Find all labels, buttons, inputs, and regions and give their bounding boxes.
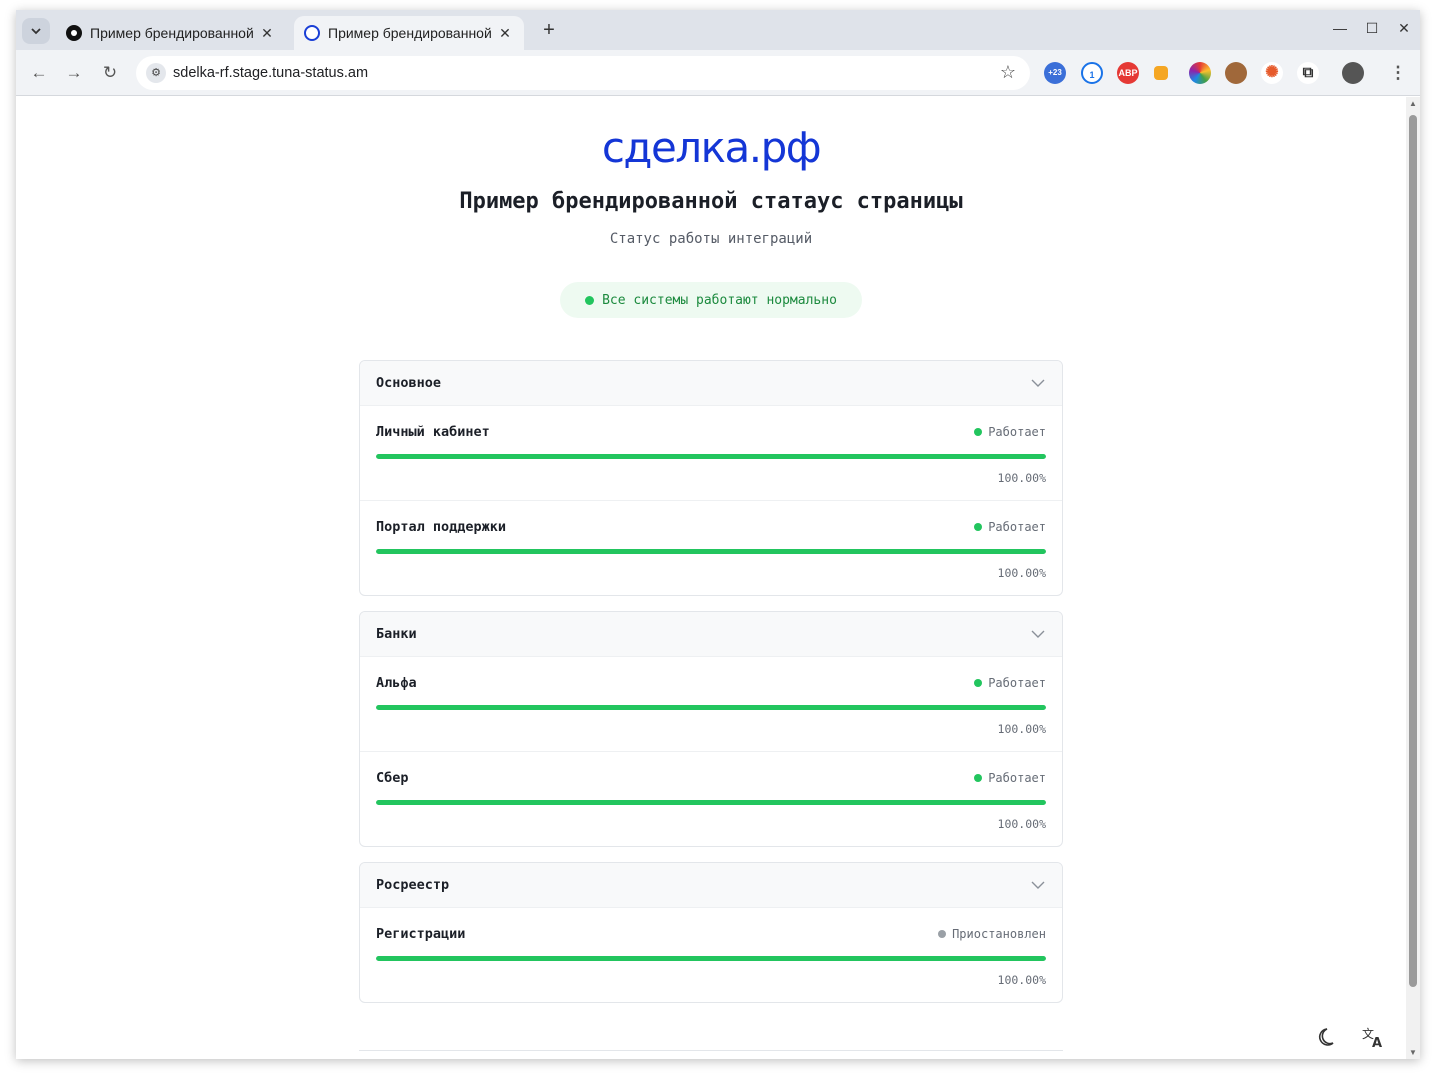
tab-close-icon[interactable]: ✕ (258, 25, 276, 42)
status-dot-icon (974, 523, 983, 531)
password-manager-icon[interactable]: 1 (1081, 62, 1103, 84)
uptime-bar[interactable] (376, 956, 1046, 961)
page-content: сделка.рф Пример брендированной статаус … (16, 97, 1420, 1059)
menu-kebab-icon[interactable]: ⋮ (1387, 62, 1409, 84)
service-name: Личный кабинет (376, 424, 490, 440)
chevron-down-icon[interactable] (1030, 375, 1046, 391)
weather-extension-icon[interactable]: +23 (1044, 62, 1066, 84)
service-status: Работает (974, 676, 1046, 690)
minimize-icon[interactable]: — (1330, 20, 1350, 36)
service-name: Сбер (376, 770, 409, 786)
status-dot-icon (938, 930, 947, 938)
maximize-icon[interactable]: ☐ (1362, 20, 1382, 37)
extensions-puzzle-icon[interactable]: ⧉ (1297, 62, 1319, 84)
chevron-down-icon[interactable] (1030, 626, 1046, 642)
brand-logo[interactable]: сделка.рф (16, 123, 1406, 172)
uptime-percent: 100.00% (997, 817, 1046, 831)
adblock-icon[interactable]: ABP (1117, 62, 1139, 84)
uptime-bar[interactable] (376, 800, 1046, 805)
translate-icon[interactable]: 文 A (1359, 1023, 1387, 1051)
service-name: Регистрации (376, 926, 466, 942)
cookie-icon[interactable] (1225, 62, 1247, 84)
browser-window: Пример брендированной ✕ Пример брендиров… (16, 10, 1420, 1059)
back-icon[interactable]: ← (28, 62, 50, 84)
close-window-icon[interactable]: ✕ (1394, 20, 1414, 37)
tab-strip: Пример брендированной ✕ Пример брендиров… (16, 10, 1420, 50)
uptime-bar[interactable] (376, 705, 1046, 710)
tab-close-icon[interactable]: ✕ (496, 25, 514, 42)
uptime-percent: 100.00% (997, 722, 1046, 736)
tab-title: Пример брендированной (328, 25, 492, 41)
group-header[interactable]: Росреестр (360, 863, 1062, 907)
sparkle-icon[interactable]: ✺ (1261, 62, 1283, 84)
overall-status-text: Все системы работают нормально (602, 292, 837, 308)
uptime-percent: 100.00% (997, 566, 1046, 580)
service-name: Портал поддержки (376, 519, 507, 535)
group-header[interactable]: Банки (360, 612, 1062, 656)
new-tab-button[interactable]: + (536, 18, 562, 44)
service-group: Банки Альфа Работает 100.00% Сбер Работа… (359, 611, 1063, 847)
uptime-percent: 100.00% (997, 973, 1046, 987)
tab-title: Пример брендированной (90, 25, 254, 41)
chevron-down-icon (31, 28, 41, 35)
color-picker-icon[interactable] (1189, 62, 1211, 84)
page-title: Пример брендированной статаус страницы (459, 189, 963, 214)
service-row: Портал поддержки Работает 100.00% (360, 500, 1062, 595)
bookmark-star-icon[interactable]: ☆ (1000, 62, 1016, 83)
extension-icon[interactable] (1154, 66, 1168, 80)
page-scrollbar[interactable]: ▲ ▼ (1406, 97, 1420, 1059)
tab-favicon-icon (66, 25, 82, 41)
service-status: Работает (974, 520, 1046, 534)
footer-divider (359, 1050, 1063, 1051)
group-header[interactable]: Основное (360, 361, 1062, 405)
service-row: Сбер Работает 100.00% (360, 751, 1062, 846)
service-status: Работает (974, 771, 1046, 785)
tab-search-button[interactable] (22, 18, 50, 44)
site-settings-icon[interactable]: ⚙ (146, 63, 166, 83)
tab-active[interactable]: Пример брендированной ✕ (294, 16, 524, 50)
overall-status-badge: Все системы работают нормально (560, 282, 862, 318)
group-name: Основное (376, 375, 442, 391)
chevron-down-icon[interactable] (1030, 877, 1046, 893)
service-status: Работает (974, 425, 1046, 439)
status-dot-icon (974, 679, 983, 687)
status-dot-icon (585, 295, 595, 305)
reload-icon[interactable]: ↻ (99, 62, 121, 84)
group-name: Банки (376, 626, 417, 642)
status-dot-icon (974, 428, 983, 436)
page-subtitle: Статус работы интеграций (609, 231, 813, 247)
uptime-bar[interactable] (376, 549, 1046, 554)
address-bar[interactable]: ⚙ sdelka-rf.stage.tuna-status.am ☆ (136, 56, 1030, 90)
group-name: Росреестр (376, 877, 450, 893)
forward-icon[interactable]: → (63, 62, 85, 84)
service-row: Альфа Работает 100.00% (360, 656, 1062, 751)
moon-icon[interactable] (1315, 1023, 1343, 1051)
url-text[interactable]: sdelka-rf.stage.tuna-status.am (173, 65, 368, 81)
service-status: Приостановлен (938, 927, 1046, 941)
service-group: Основное Личный кабинет Работает 100.00%… (359, 360, 1063, 596)
service-row: Личный кабинет Работает 100.00% (360, 405, 1062, 500)
tab-inactive[interactable]: Пример брендированной ✕ (56, 16, 286, 50)
service-group: Росреестр Регистрации Приостановлен 100.… (359, 862, 1063, 1003)
uptime-percent: 100.00% (997, 471, 1046, 485)
browser-toolbar: ← → ↻ ⚙ sdelka-rf.stage.tuna-status.am ☆… (16, 50, 1420, 96)
tab-favicon-icon (304, 25, 320, 41)
status-dot-icon (974, 774, 983, 782)
service-row: Регистрации Приостановлен 100.00% (360, 907, 1062, 1002)
svg-text:A: A (1372, 1036, 1382, 1051)
uptime-bar[interactable] (376, 454, 1046, 459)
scrollbar-thumb[interactable] (1409, 115, 1417, 987)
profile-avatar[interactable] (1342, 62, 1364, 84)
service-name: Альфа (376, 675, 417, 691)
